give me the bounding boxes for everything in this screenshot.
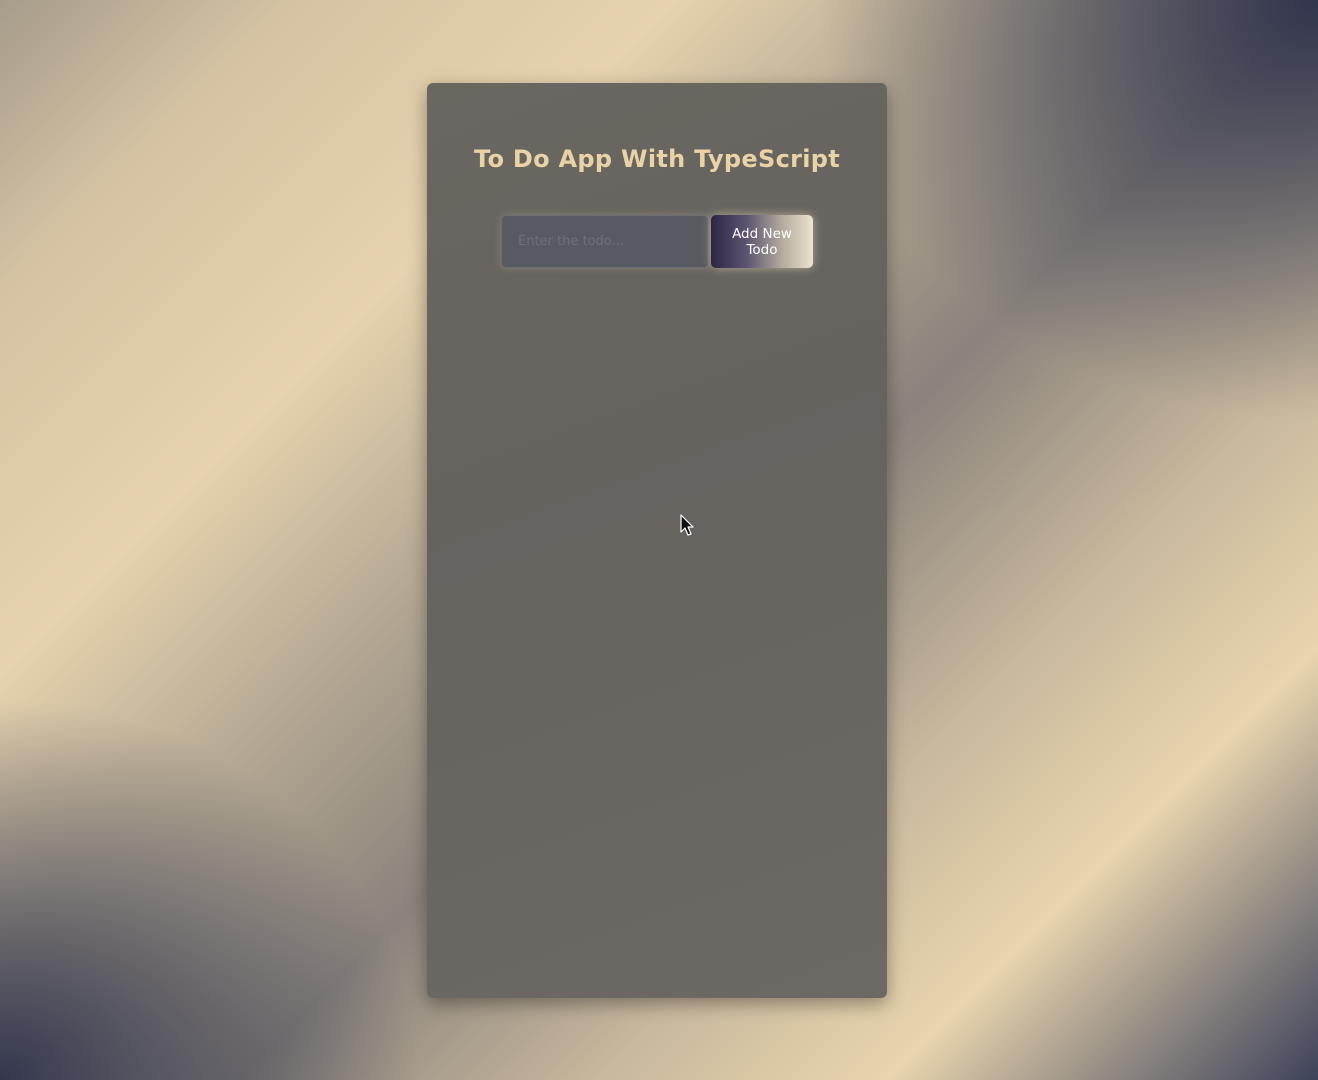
- app-title: To Do App With TypeScript: [473, 145, 841, 173]
- add-todo-form: Add New Todo: [501, 215, 813, 268]
- todo-app-card: To Do App With TypeScript Add New Todo: [427, 83, 887, 998]
- todo-input[interactable]: [501, 215, 709, 268]
- add-todo-button[interactable]: Add New Todo: [711, 215, 813, 268]
- mouse-pointer-icon: [680, 514, 694, 536]
